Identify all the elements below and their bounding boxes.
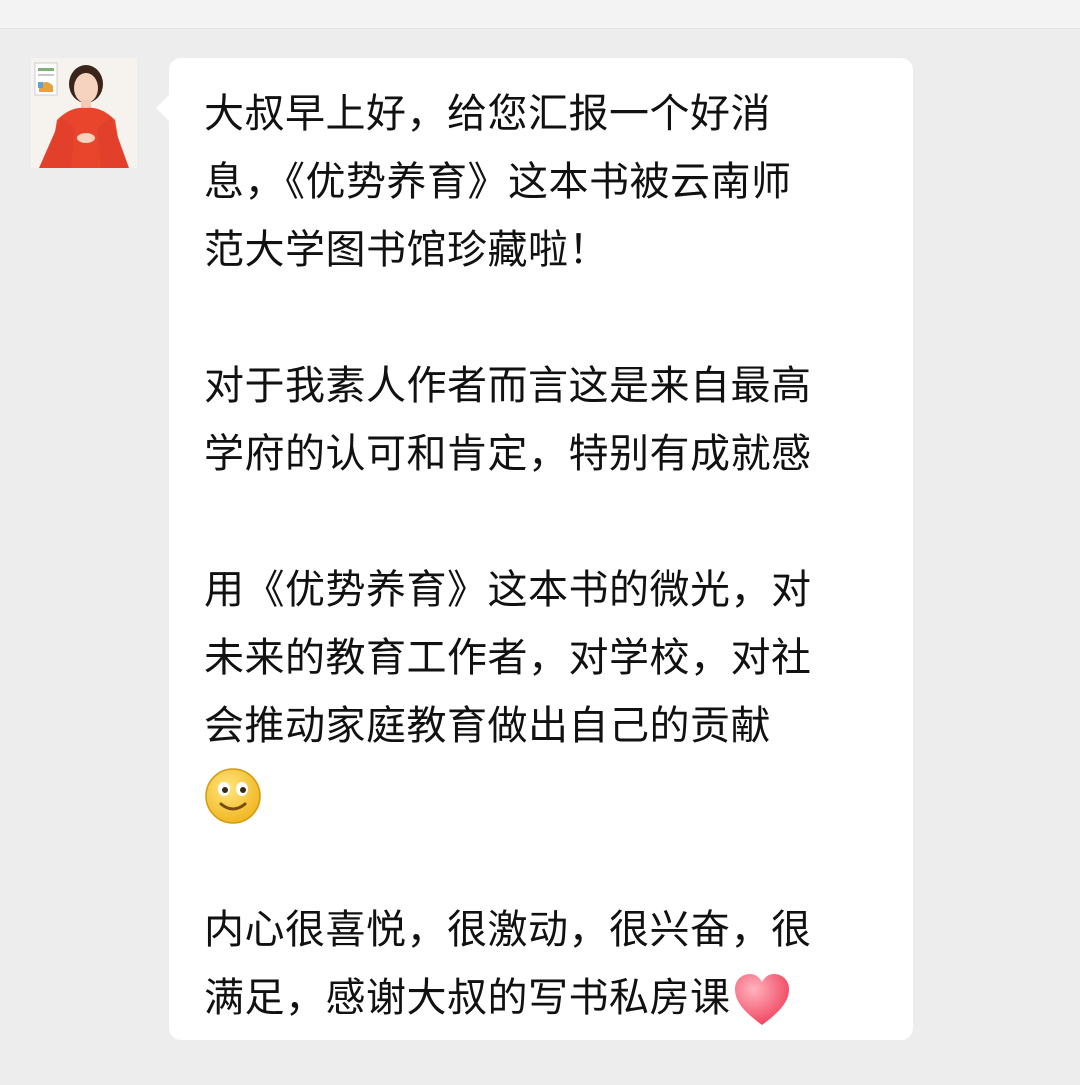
- message-line: 会推动家庭教育做出自己的贡献: [204, 703, 771, 749]
- avatar[interactable]: [31, 58, 137, 168]
- message-line: 范大学图书馆珍藏啦！: [204, 227, 609, 273]
- message-line: 用《优势养育》这本书的微光，对: [204, 567, 812, 613]
- message-line: 未来的教育工作者，对学校，对社: [204, 635, 812, 681]
- message-line: 息，《优势养育》这本书被云南师: [204, 159, 792, 205]
- smiley-face-emoji-icon: [205, 768, 261, 824]
- emoji-line: [204, 760, 894, 828]
- heart-emoji-icon: [734, 974, 789, 1025]
- message-line: 内心很喜悦，很激动，很兴奋，很: [204, 907, 812, 953]
- woman-in-red-dress-avatar-icon: [31, 58, 137, 168]
- message-line: 满足，感谢大叔的写书私房课: [204, 964, 894, 1032]
- message-line: 对于我素人作者而言这是来自最高: [204, 363, 812, 409]
- message-text: 大叔早上好，给您汇报一个好消 息，《优势养育》这本书被云南师 范大学图书馆珍藏啦…: [204, 80, 894, 1032]
- message-line: 学府的认可和肯定，特别有成就感: [204, 431, 812, 477]
- message-line-text: 满足，感谢大叔的写书私房课: [204, 975, 731, 1021]
- message-line: 大叔早上好，给您汇报一个好消: [204, 91, 771, 137]
- top-edge-bar: [0, 0, 1080, 29]
- message-bubble-tail: [156, 94, 170, 122]
